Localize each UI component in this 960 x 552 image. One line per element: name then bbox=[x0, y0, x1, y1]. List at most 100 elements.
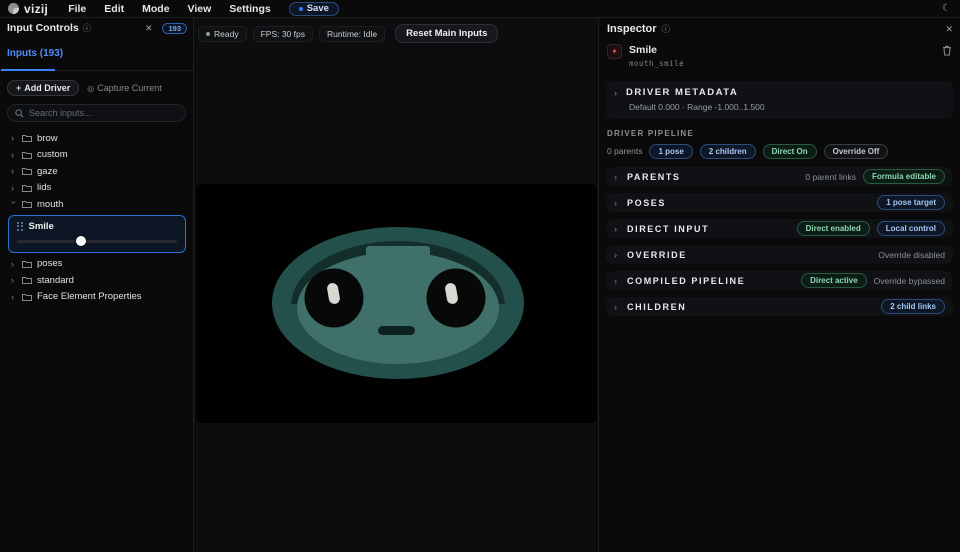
render-canvas[interactable] bbox=[196, 184, 597, 423]
search-icon bbox=[15, 108, 24, 118]
tab-inputs[interactable]: Inputs (193) bbox=[7, 48, 63, 64]
inspector-header: Inspector ⓘ ✕ bbox=[606, 18, 953, 37]
main-menu: File Edit Mode View Settings bbox=[68, 3, 271, 15]
chevron-right-icon: › bbox=[11, 182, 14, 193]
dark-mode-toggle-icon[interactable]: ☾ bbox=[942, 3, 951, 14]
chevron-right-icon: › bbox=[614, 249, 617, 260]
runtime-status-bar: Ready FPS: 30 fps Runtime: Idle Reset Ma… bbox=[194, 18, 597, 43]
delete-driver-icon[interactable] bbox=[942, 45, 952, 56]
app-logo[interactable]: vizij bbox=[8, 2, 48, 16]
info-icon[interactable]: ⓘ bbox=[662, 23, 671, 35]
capture-current-button[interactable]: ◎ Capture Current bbox=[87, 83, 162, 93]
ready-dot-icon bbox=[206, 31, 210, 36]
chevron-right-icon: › bbox=[614, 87, 617, 98]
character-face bbox=[272, 227, 524, 379]
folder-icon bbox=[22, 168, 32, 176]
close-icon[interactable]: ✕ bbox=[145, 23, 153, 34]
panel-title: Input Controls bbox=[7, 22, 79, 34]
formula-editable-chip: Formula editable bbox=[862, 169, 945, 184]
chevron-right-icon: › bbox=[11, 133, 14, 144]
chevron-right-icon: › bbox=[11, 149, 14, 160]
add-driver-button[interactable]: + Add Driver bbox=[7, 80, 80, 96]
folder-icon bbox=[22, 184, 32, 192]
ready-status-chip: Ready bbox=[198, 25, 247, 42]
active-tab-underline bbox=[1, 69, 55, 71]
drag-handle-icon[interactable] bbox=[17, 221, 23, 231]
children-count-chip: 2 children bbox=[699, 144, 756, 159]
section-direct-input[interactable]: › DIRECT INPUT Direct enabled Local cont… bbox=[606, 219, 953, 238]
app-wordmark: vizij bbox=[24, 1, 49, 16]
tree-item-mouth[interactable]: › mouth bbox=[0, 196, 193, 213]
tree-item-gaze[interactable]: › gaze bbox=[0, 163, 193, 180]
save-button[interactable]: Save bbox=[288, 1, 339, 16]
capture-icon: ◎ bbox=[87, 83, 95, 93]
unsaved-changes-dot-icon bbox=[298, 6, 303, 11]
logo-icon bbox=[8, 3, 19, 14]
section-children[interactable]: › CHILDREN 2 child links bbox=[606, 297, 953, 316]
tree-item-standard[interactable]: › standard bbox=[0, 272, 193, 289]
top-menu-bar: vizij File Edit Mode View Settings Save … bbox=[0, 0, 960, 18]
viewport-column: Ready FPS: 30 fps Runtime: Idle Reset Ma… bbox=[194, 18, 597, 552]
folder-icon bbox=[22, 277, 32, 285]
folder-icon bbox=[22, 201, 32, 209]
driver-actions: + Add Driver ◎ Capture Current bbox=[0, 71, 193, 96]
local-control-chip: Local control bbox=[876, 221, 945, 236]
chevron-right-icon: › bbox=[614, 171, 617, 182]
chevron-right-icon: › bbox=[11, 291, 14, 302]
capture-current-label: Capture Current bbox=[97, 83, 162, 93]
info-icon[interactable]: ⓘ bbox=[83, 22, 92, 34]
driver-type-icon: ✦ bbox=[607, 44, 622, 59]
chevron-right-icon: › bbox=[11, 166, 14, 177]
runtime-chip: Runtime: Idle bbox=[319, 25, 386, 42]
parent-links-text: 0 parent links bbox=[805, 171, 856, 182]
driver-name: Smile bbox=[629, 44, 658, 56]
left-panel-tabs: Inputs (193) bbox=[0, 36, 193, 71]
pose-target-chip: 1 pose target bbox=[877, 195, 945, 210]
smile-slider[interactable] bbox=[17, 236, 177, 246]
menu-view[interactable]: View bbox=[188, 3, 212, 15]
parents-count-chip: 0 parents bbox=[607, 146, 643, 156]
direct-active-chip: Direct active bbox=[801, 273, 867, 288]
section-compiled-pipeline[interactable]: › COMPILED PIPELINE Direct active Overri… bbox=[606, 271, 953, 290]
menu-file[interactable]: File bbox=[68, 3, 86, 15]
section-parents[interactable]: › PARENTS 0 parent links Formula editabl… bbox=[606, 167, 953, 186]
driver-id: mouth_smile bbox=[629, 59, 685, 68]
menu-edit[interactable]: Edit bbox=[104, 3, 124, 15]
chevron-right-icon: › bbox=[11, 275, 14, 286]
driver-pipeline-label: DRIVER PIPELINE bbox=[607, 129, 694, 138]
chevron-down-icon: › bbox=[9, 201, 19, 205]
selected-driver-row: ✦ Smile mouth_smile bbox=[606, 37, 953, 70]
chevron-right-icon: › bbox=[614, 275, 617, 286]
section-override[interactable]: › OVERRIDE Override disabled bbox=[606, 245, 953, 264]
close-icon[interactable]: ✕ bbox=[945, 24, 953, 35]
forehead-tab bbox=[366, 246, 430, 268]
folder-icon bbox=[22, 151, 32, 159]
plus-icon: + bbox=[16, 83, 22, 93]
reset-main-inputs-button[interactable]: Reset Main Inputs bbox=[395, 24, 499, 43]
chevron-right-icon: › bbox=[11, 258, 14, 269]
metadata-detail: Default 0.000 · Range -1.000..1.500 bbox=[629, 102, 765, 112]
smile-slider-thumb[interactable] bbox=[76, 236, 86, 246]
search-box bbox=[7, 104, 186, 122]
tree-item-poses[interactable]: › poses bbox=[0, 256, 193, 273]
folder-icon bbox=[22, 135, 32, 143]
driver-metadata-section[interactable]: › DRIVER METADATA Default 0.000 · Range … bbox=[606, 81, 953, 119]
tree-item-custom[interactable]: › custom bbox=[0, 147, 193, 164]
menu-settings[interactable]: Settings bbox=[229, 3, 270, 15]
mouth bbox=[378, 326, 415, 335]
input-controls-panel: Input Controls ⓘ ✕ 193 Inputs (193) + Ad… bbox=[0, 18, 194, 552]
menu-mode[interactable]: Mode bbox=[142, 3, 169, 15]
override-off-chip: Override Off bbox=[823, 144, 889, 159]
tree-item-lids[interactable]: › lids bbox=[0, 180, 193, 197]
chevron-right-icon: › bbox=[614, 197, 617, 208]
input-tree: › brow › custom › gaze › lids › mouth Sm… bbox=[0, 126, 193, 305]
metadata-title: DRIVER METADATA bbox=[626, 87, 739, 98]
section-poses[interactable]: › POSES 1 pose target bbox=[606, 193, 953, 212]
child-links-chip: 2 child links bbox=[881, 299, 945, 314]
search-input[interactable] bbox=[29, 108, 159, 118]
tree-item-brow[interactable]: › brow bbox=[0, 130, 193, 147]
input-controls-header: Input Controls ⓘ ✕ 193 bbox=[0, 18, 193, 36]
tree-item-face-element-properties[interactable]: › Face Element Properties bbox=[0, 289, 193, 306]
smile-input-card[interactable]: Smile bbox=[8, 214, 186, 253]
direct-on-chip: Direct On bbox=[762, 144, 817, 159]
